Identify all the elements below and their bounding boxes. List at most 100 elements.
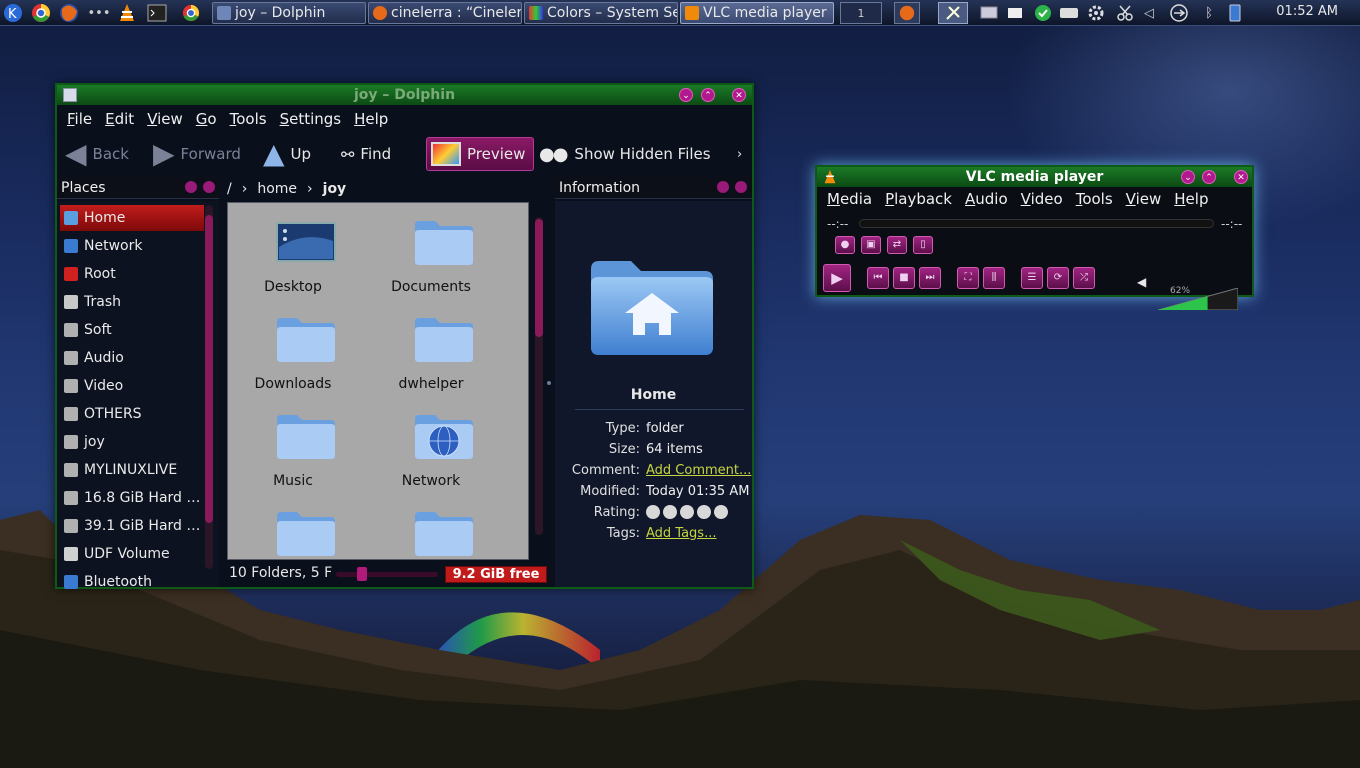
stop-button[interactable]: ■ — [893, 267, 915, 289]
menu-file[interactable]: File — [67, 110, 92, 128]
file-item-desktop[interactable]: Desktop — [228, 203, 361, 299]
places-item-bluetooth[interactable]: Bluetooth — [60, 569, 204, 595]
chrome-icon[interactable] — [30, 2, 52, 24]
fullscreen-button[interactable]: ⛶ — [957, 267, 979, 289]
toolbar-overflow-button[interactable]: › — [737, 137, 742, 171]
add-tags-link[interactable]: Add Tags... — [646, 526, 716, 541]
show-hidden-files-toggle[interactable]: ●● Show Hidden Files — [539, 137, 711, 171]
places-item-others[interactable]: OTHERS — [60, 401, 204, 427]
task-vlc[interactable]: VLC media player — [680, 2, 834, 24]
places-close-button[interactable] — [203, 181, 215, 193]
vlc-menu-audio[interactable]: Audio — [965, 190, 1008, 208]
menu-view[interactable]: View — [147, 110, 183, 128]
information-detach-button[interactable] — [717, 181, 729, 193]
terminal-icon[interactable] — [146, 2, 168, 24]
file-item-music[interactable]: Music — [228, 397, 361, 493]
task-cinelerra[interactable]: cinelerra : “Cinelerra — [368, 2, 522, 24]
loop-ab-button[interactable]: ⇄ — [887, 236, 907, 254]
next-button[interactable]: ⏭ — [919, 267, 941, 289]
vlc-menu-video[interactable]: Video — [1021, 190, 1063, 208]
volume-slider[interactable]: 62% — [1157, 286, 1239, 311]
breadcrumb-root[interactable]: / — [227, 181, 232, 197]
menu-edit[interactable]: Edit — [105, 110, 134, 128]
dolphin-minimize-button[interactable]: ⌄ — [679, 88, 693, 102]
vlc-minimize-button[interactable]: ⌄ — [1181, 170, 1195, 184]
back-button[interactable]: ◀ Back — [65, 137, 129, 171]
shuffle-button[interactable]: ⤮ — [1073, 267, 1095, 289]
kwrite-tray-icon[interactable] — [938, 2, 968, 24]
zoom-slider[interactable] — [336, 572, 438, 577]
places-scrollbar[interactable] — [205, 205, 213, 569]
file-item-documents[interactable]: Documents — [363, 203, 499, 299]
menu-settings[interactable]: Settings — [280, 110, 342, 128]
firefox-tray-icon[interactable] — [894, 2, 920, 24]
task-dolphin[interactable]: joy – Dolphin — [212, 2, 366, 24]
places-item-trash[interactable]: Trash — [60, 289, 204, 315]
seek-bar[interactable] — [859, 219, 1214, 228]
play-button[interactable]: ▶ — [823, 264, 851, 292]
scissors-tray-icon[interactable] — [1114, 2, 1136, 24]
zoom-slider-handle[interactable] — [357, 567, 367, 581]
file-item-partial[interactable] — [363, 494, 499, 559]
places-item-network[interactable]: Network — [60, 233, 204, 259]
remaining-time[interactable]: --:-- — [1221, 217, 1242, 231]
dolphin-maximize-button[interactable]: ⌃ — [701, 88, 715, 102]
loop-button[interactable]: ⟳ — [1047, 267, 1069, 289]
file-item-network[interactable]: Network — [363, 397, 499, 493]
up-button[interactable]: ▲ Up — [263, 137, 311, 171]
kde-menu-icon[interactable]: K — [2, 2, 24, 24]
preview-toggle[interactable]: Preview — [426, 137, 535, 171]
places-item-home[interactable]: Home — [60, 205, 204, 231]
desktop-pager[interactable]: 1 — [840, 2, 882, 24]
pane-splitter-handle[interactable] — [547, 381, 551, 385]
star-icon[interactable] — [697, 505, 711, 519]
places-item-16-8-gib-hard[interactable]: 16.8 GiB Hard … — [60, 485, 204, 511]
forward-button[interactable]: ▶ Forward — [153, 137, 241, 171]
vlc-close-button[interactable]: ✕ — [1234, 170, 1248, 184]
snapshot-button[interactable]: ▣ — [861, 236, 881, 254]
places-item-mylinuxlive[interactable]: MYLINUXLIVE — [60, 457, 204, 483]
file-view[interactable]: Desktop Documents Downloads dwhelper Music Ne… — [227, 202, 529, 560]
phone-tray-icon[interactable] — [1224, 2, 1246, 24]
star-icon[interactable] — [663, 505, 677, 519]
dolphin-close-button[interactable]: ✕ — [732, 88, 746, 102]
find-button[interactable]: ⚯ Find — [341, 137, 391, 171]
vlc-menu-media[interactable]: Media — [827, 190, 872, 208]
record-button[interactable]: ● — [835, 236, 855, 254]
menu-go[interactable]: Go — [196, 110, 217, 128]
clock[interactable]: 01:52 AM — [1276, 4, 1338, 19]
menu-tools[interactable]: Tools — [230, 110, 267, 128]
previous-button[interactable]: ⏮ — [867, 267, 889, 289]
fileview-scroll-thumb[interactable] — [535, 219, 543, 337]
vlc-menu-tools[interactable]: Tools — [1076, 190, 1113, 208]
vlc-maximize-button[interactable]: ⌃ — [1202, 170, 1216, 184]
vlc-menu-help[interactable]: Help — [1174, 190, 1208, 208]
keyboard-tray-icon[interactable] — [1058, 2, 1080, 24]
file-item-dwhelper[interactable]: dwhelper — [363, 300, 499, 396]
file-item-partial[interactable] — [228, 494, 361, 559]
breadcrumb-home[interactable]: home — [257, 181, 297, 197]
places-item-soft[interactable]: Soft — [60, 317, 204, 343]
extended-settings-button[interactable]: ⫼ — [983, 267, 1005, 289]
star-icon[interactable] — [680, 505, 694, 519]
window-list-icon[interactable] — [1004, 2, 1026, 24]
file-item-downloads[interactable]: Downloads — [228, 300, 361, 396]
information-close-button[interactable] — [735, 181, 747, 193]
places-item-39-1-gib-hard[interactable]: 39.1 GiB Hard … — [60, 513, 204, 539]
places-item-root[interactable]: Root — [60, 261, 204, 287]
vlc-titlebar[interactable]: VLC media player ⌄ ⌃ ✕ — [817, 167, 1252, 187]
star-icon[interactable] — [714, 505, 728, 519]
dolphin-titlebar[interactable]: joy – Dolphin ⌄ ⌃ ✕ — [57, 85, 752, 105]
add-comment-link[interactable]: Add Comment... — [646, 463, 751, 478]
update-tray-icon[interactable] — [1032, 2, 1054, 24]
bluetooth-tray-icon[interactable]: ᛒ — [1198, 2, 1220, 24]
task-colors[interactable]: Colors – System Se — [524, 2, 678, 24]
display-tray-icon[interactable] — [978, 2, 1000, 24]
places-item-udf-volume[interactable]: UDF Volume — [60, 541, 204, 567]
places-item-audio[interactable]: Audio — [60, 345, 204, 371]
firefox-icon[interactable] — [58, 2, 80, 24]
star-icon[interactable] — [646, 505, 660, 519]
rating-stars[interactable] — [646, 505, 731, 523]
speaker-icon[interactable]: ◀ — [1137, 275, 1146, 289]
playlist-button[interactable]: ☰ — [1021, 267, 1043, 289]
